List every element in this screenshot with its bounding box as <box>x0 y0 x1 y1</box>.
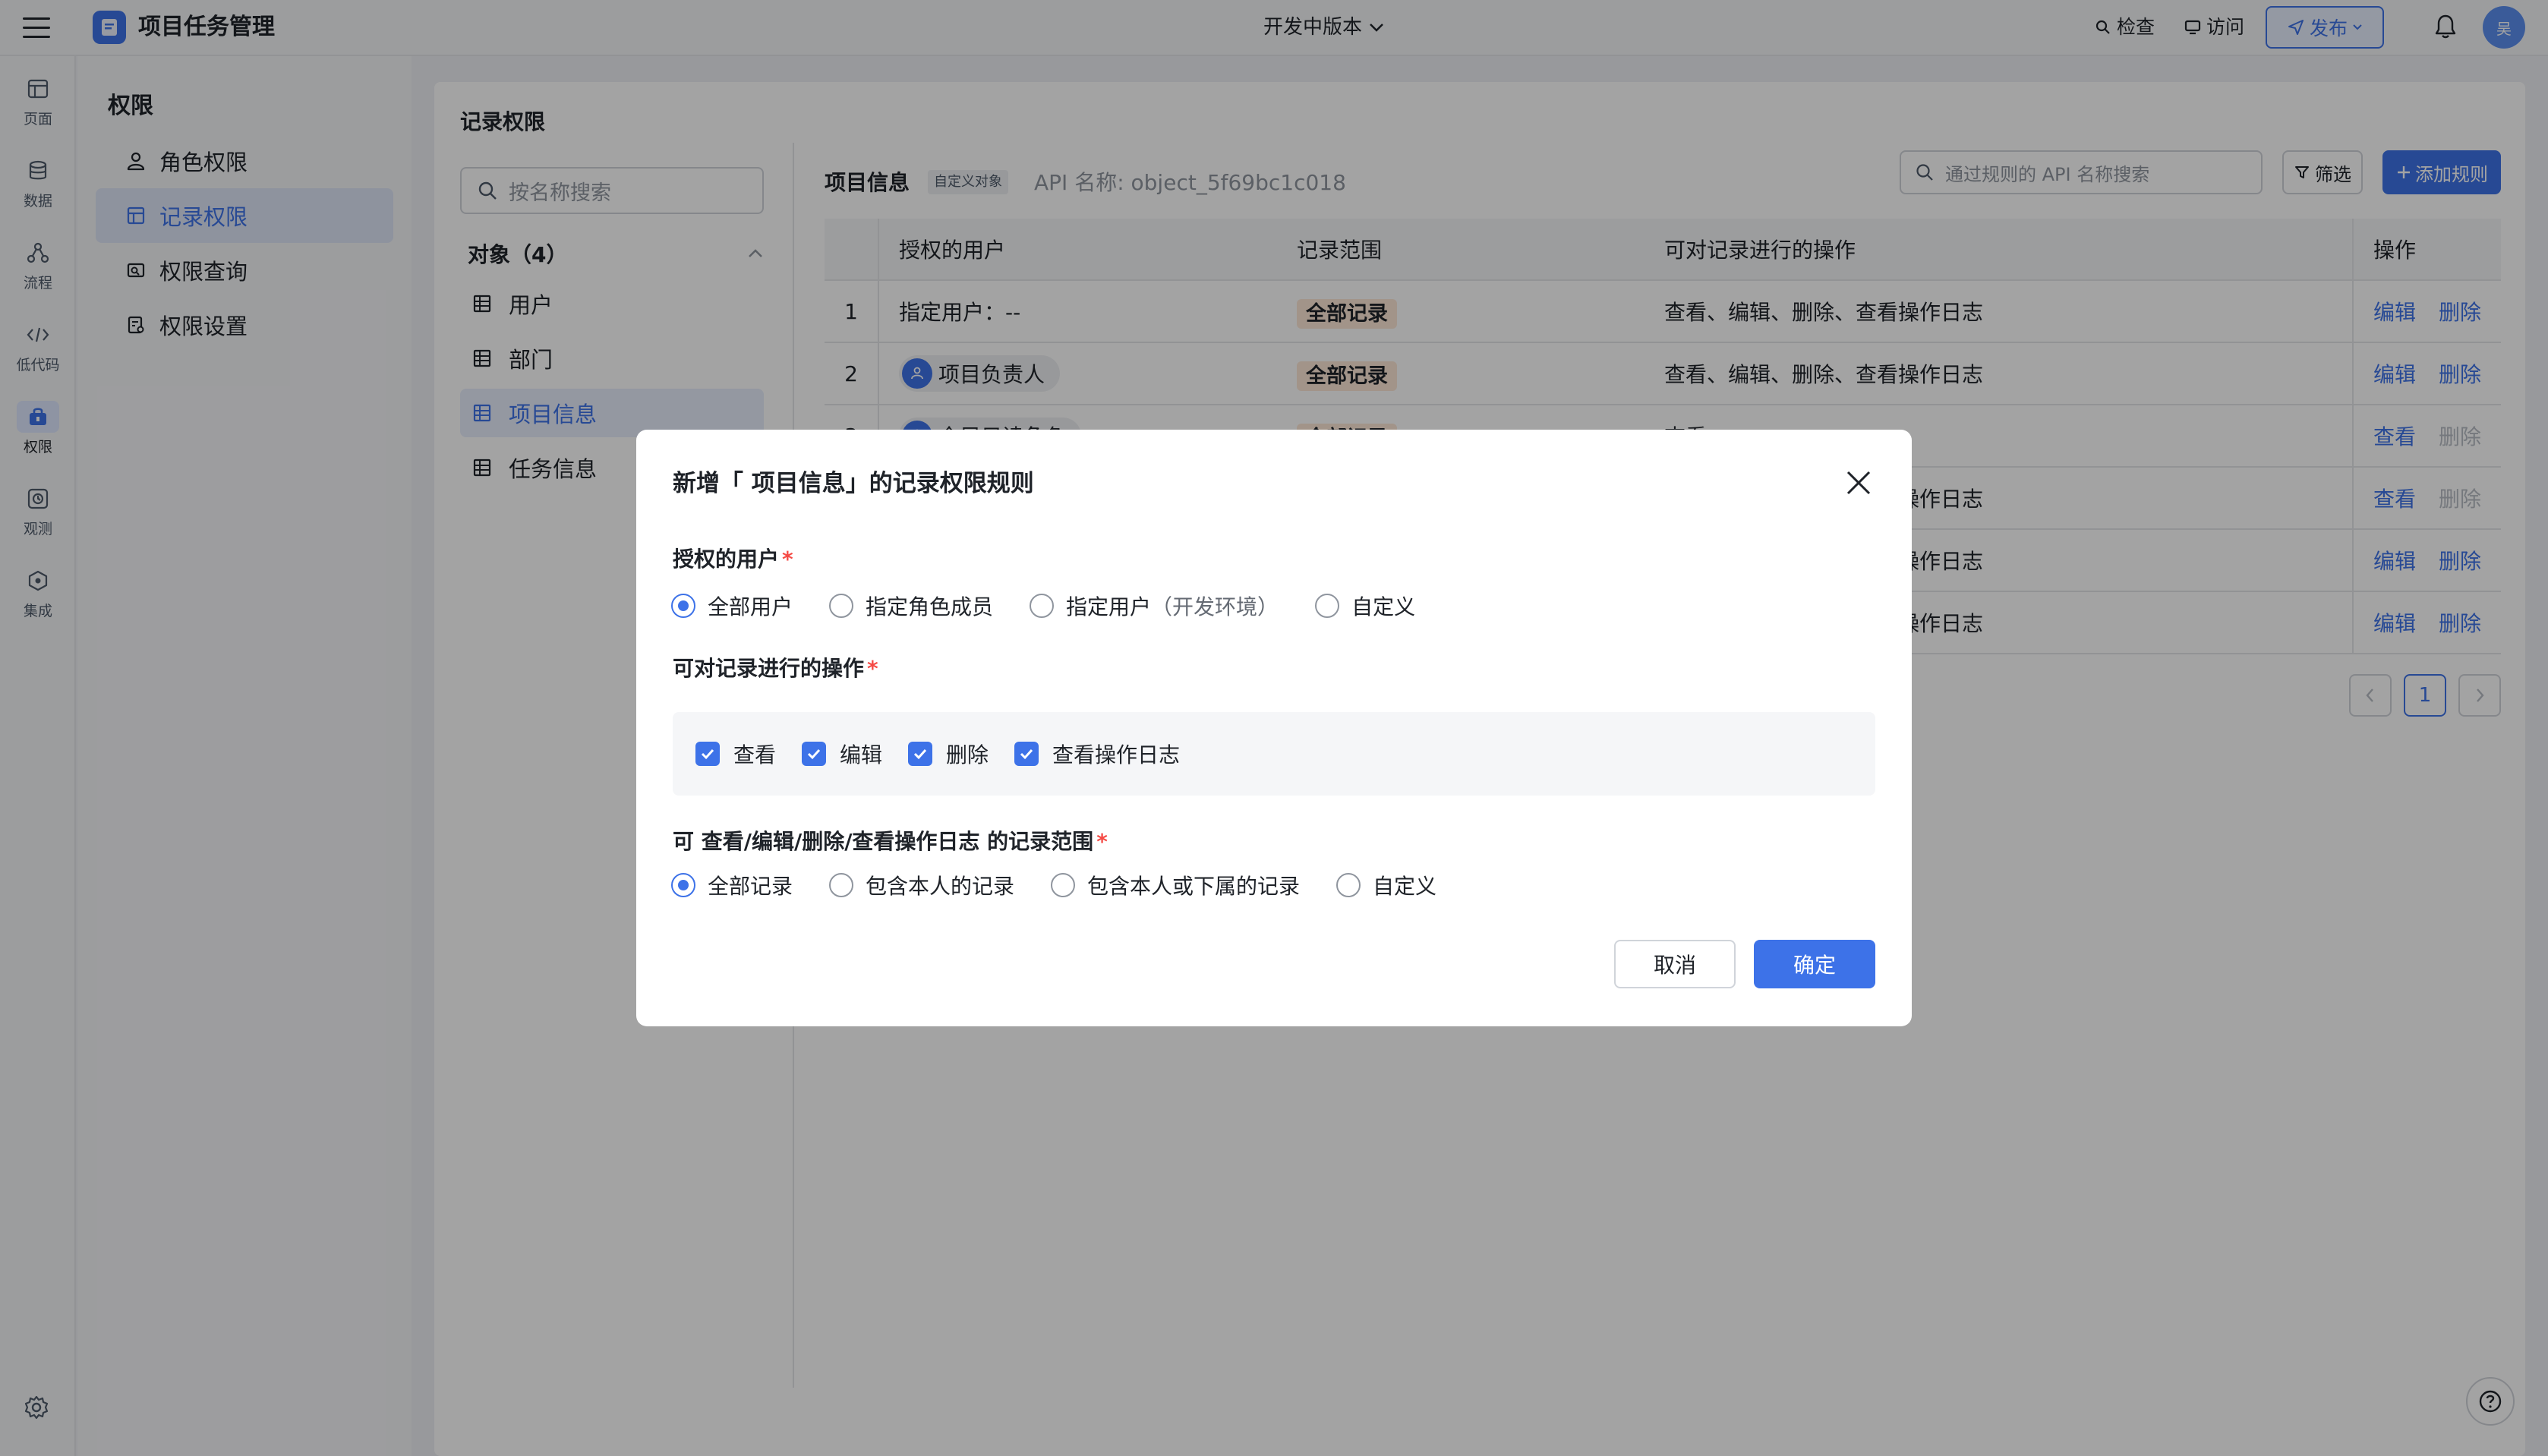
radio-dot[interactable] <box>1030 594 1055 618</box>
radio-label: 包含本人或下属的记录 <box>1087 874 1301 899</box>
checkbox-label: 删除 <box>946 742 989 767</box>
radio-label: 全部记录 <box>708 874 793 899</box>
required-mark: * <box>782 547 793 572</box>
radio-dot[interactable] <box>829 873 854 897</box>
users-field-label: 授权的用户 * <box>673 545 793 574</box>
radio-dot[interactable] <box>1315 594 1340 618</box>
required-mark: * <box>1096 829 1108 854</box>
check-icon[interactable] <box>1014 742 1039 766</box>
check-icon[interactable] <box>802 742 827 766</box>
radio-dot[interactable] <box>671 873 695 897</box>
radio-own-records[interactable]: 包含本人的记录 <box>829 870 1014 900</box>
radio-label: 全部用户 <box>708 594 793 619</box>
radio-dot[interactable] <box>829 594 854 618</box>
radio-all-records[interactable]: 全部记录 <box>671 870 793 900</box>
required-mark: * <box>867 656 878 681</box>
confirm-button[interactable]: 确定 <box>1754 940 1875 988</box>
checkbox-label: 编辑 <box>840 742 883 767</box>
radio-dot[interactable] <box>1051 873 1076 897</box>
checkbox-label: 查看 <box>733 742 777 767</box>
check-icon[interactable] <box>908 742 933 766</box>
radio-custom-users[interactable]: 自定义 <box>1315 591 1415 621</box>
radio-label: 指定用户 <box>1066 594 1152 619</box>
radio-label: 包含本人的记录 <box>866 874 1015 899</box>
field-label-text: 授权的用户 <box>673 547 780 572</box>
add-rule-dialog: 新增「 项目信息」的记录权限规则 授权的用户 * 全部用户 指定角色成员 指定用户… <box>636 430 1912 1026</box>
field-label-text: 可对记录进行的操作 <box>673 656 865 681</box>
radio-role-members[interactable]: 指定角色成员 <box>829 591 993 621</box>
ops-field-label: 可对记录进行的操作 * <box>673 654 878 683</box>
checkbox-edit[interactable]: 编辑 <box>802 739 882 769</box>
checkbox-label: 查看操作日志 <box>1052 742 1181 767</box>
range-field-label: 可 查看/编辑/删除/查看操作日志 的记录范围 * <box>673 827 1108 856</box>
radio-label: 自定义 <box>1373 874 1437 899</box>
radio-dot[interactable] <box>1336 873 1361 897</box>
field-label-text: 可 查看/编辑/删除/查看操作日志 的记录范围 <box>673 829 1094 854</box>
radio-specific-users[interactable]: 指定用户（开发环境） <box>1030 591 1279 621</box>
checkbox-delete[interactable]: 删除 <box>908 739 989 769</box>
radio-label: 自定义 <box>1351 594 1416 619</box>
check-icon[interactable] <box>695 742 720 766</box>
dialog-title: 新增「 项目信息」的记录权限规则 <box>673 470 1034 497</box>
cancel-button[interactable]: 取消 <box>1614 940 1736 988</box>
range-radio-group: 全部记录 包含本人的记录 包含本人或下属的记录 自定义 <box>671 870 1436 900</box>
radio-label-suffix: （开发环境） <box>1151 594 1279 619</box>
checkbox-view-log[interactable]: 查看操作日志 <box>1014 739 1180 769</box>
users-radio-group: 全部用户 指定角色成员 指定用户（开发环境） 自定义 <box>671 591 1415 621</box>
radio-dot[interactable] <box>671 594 695 618</box>
radio-all-users[interactable]: 全部用户 <box>671 591 793 621</box>
radio-custom-range[interactable]: 自定义 <box>1336 870 1436 900</box>
checkbox-view[interactable]: 查看 <box>695 739 776 769</box>
radio-own-or-subordinate-records[interactable]: 包含本人或下属的记录 <box>1051 870 1300 900</box>
ops-checkbox-group: 查看 编辑 删除 查看操作日志 <box>673 712 1875 796</box>
radio-label: 指定角色成员 <box>866 594 994 619</box>
close-icon[interactable] <box>1845 469 1872 496</box>
